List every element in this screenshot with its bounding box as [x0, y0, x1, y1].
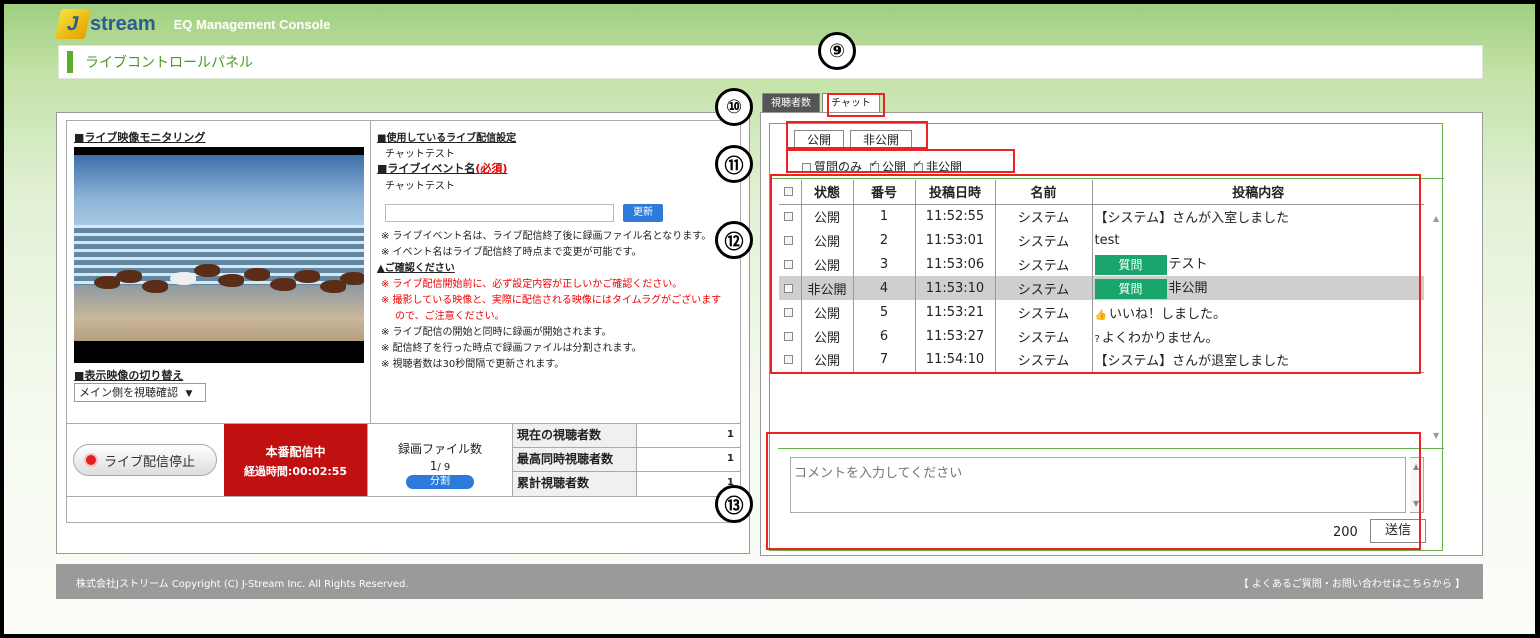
warn-2: ※ 撮影している映像と、実際に配信される映像にはタイムラグがございます	[381, 295, 722, 306]
scroll-up-icon[interactable]: ▲	[1433, 214, 1439, 223]
live-monitor-panel: ■ライブ映像モニタリング ■表示映像の切り替え メイン側を視聴確認 ▼ ■使用し…	[56, 112, 750, 554]
viewer-value: 1	[727, 429, 734, 440]
horse	[194, 264, 220, 277]
scroll-down-icon[interactable]: ▼	[1433, 431, 1439, 440]
footer: 株式会社Jストリーム Copyright (C) J-Stream Inc. A…	[56, 564, 1483, 599]
settings-value: チャットテスト	[385, 149, 455, 160]
rec-total: / 9	[437, 462, 451, 473]
monitor-column: ■ライブ映像モニタリング ■表示映像の切り替え メイン側を視聴確認 ▼	[67, 121, 371, 423]
monitor-title: ■ライブ映像モニタリング	[74, 131, 206, 144]
event-title-row: ■ライブイベント名(必須)	[377, 160, 507, 176]
on-air-label: 本番配信中	[265, 444, 326, 459]
horse	[340, 272, 364, 285]
note-2: ※ イベント名はライブ配信終了時点まで変更が可能です。	[381, 247, 642, 258]
split-button[interactable]: 分割	[406, 475, 474, 489]
monitor-inner: ■ライブ映像モニタリング ■表示映像の切り替え メイン側を視聴確認 ▼ ■使用し…	[66, 120, 741, 523]
horse	[218, 274, 244, 287]
annotation-box-tab	[827, 93, 885, 117]
annotation-box-buttons	[786, 121, 928, 149]
message-area	[67, 496, 740, 523]
required-mark: (必須)	[475, 162, 508, 175]
annotation-badge-9: ⑨	[818, 32, 856, 70]
horse	[142, 280, 168, 293]
logo: J stream EQ Management Console	[54, 4, 331, 44]
info-3: ※ 視聴者数は30秒間隔で更新されます。	[381, 359, 565, 370]
chat-scrollbar[interactable]: ▲ ▼	[1433, 214, 1443, 440]
viewer-label: 最高同時視聴者数	[513, 448, 637, 471]
chevron-down-icon: ▼	[185, 389, 193, 399]
event-title: ■ライブイベント名	[377, 162, 476, 175]
event-value: チャットテスト	[385, 181, 455, 192]
app-frame: J stream EQ Management Console ライブコントロール…	[4, 4, 1535, 634]
annotation-box-table	[770, 174, 1421, 374]
update-button[interactable]: 更新	[623, 204, 663, 222]
info-2: ※ 配信終了を行った時点で録画ファイルは分割されます。	[381, 343, 642, 354]
note-1: ※ ライブイベント名は、ライブ配信終了後に録画ファイル名となります。	[381, 231, 712, 242]
console-name: EQ Management Console	[173, 16, 331, 32]
annotation-badge-11: ⑪	[715, 145, 753, 183]
view-switch-select[interactable]: メイン側を視聴確認 ▼	[74, 383, 206, 402]
video-sky	[74, 155, 364, 225]
copyright: 株式会社Jストリーム Copyright (C) J-Stream Inc. A…	[76, 579, 409, 590]
page-title: ライブコントロールパネル	[85, 55, 253, 71]
stop-live-button[interactable]: ライブ配信停止	[73, 444, 217, 476]
logo-mark: J	[54, 9, 92, 39]
recording-files: 録画ファイル数 1/ 9 分割	[367, 424, 512, 497]
viewer-label: 累計視聴者数	[513, 472, 637, 496]
horse	[244, 268, 270, 281]
viewer-value: 1	[727, 453, 734, 464]
horse	[270, 278, 296, 291]
horse	[170, 272, 196, 285]
viewer-row-total: 累計視聴者数 1	[513, 472, 740, 496]
settings-title: ■使用しているライブ配信設定	[377, 133, 517, 144]
video-horses	[94, 262, 364, 312]
rec-count: 1/ 9	[368, 459, 512, 473]
annotation-badge-12: ⑫	[715, 221, 753, 259]
tab-viewers[interactable]: 視聴者数	[762, 93, 820, 113]
viewer-row-current: 現在の視聴者数 1	[513, 424, 740, 448]
viewer-row-peak: 最高同時視聴者数 1	[513, 448, 740, 472]
viewer-stats: 現在の視聴者数 1 最高同時視聴者数 1 累計視聴者数 1	[512, 424, 740, 497]
info-1: ※ ライブ配信の開始と同時に録画が開始されます。	[381, 327, 612, 338]
live-video-player[interactable]	[74, 147, 364, 363]
horse	[116, 270, 142, 283]
logo-brand: stream	[90, 12, 156, 35]
stop-live-label: ライブ配信停止	[104, 454, 196, 470]
title-accent	[67, 51, 73, 73]
page-title-bar: ライブコントロールパネル	[58, 45, 1483, 79]
settings-column: ■使用しているライブ配信設定 チャットテスト ■ライブイベント名(必須) チャッ…	[371, 121, 740, 423]
annotation-badge-13: ⑬	[715, 485, 753, 523]
event-name-input[interactable]	[385, 204, 614, 222]
annotation-box-filters	[786, 149, 1015, 173]
status-row: ライブ配信停止 本番配信中 経過時間:00:02:55 録画ファイル数 1/ 9…	[67, 423, 740, 497]
annotation-box-comment	[766, 432, 1421, 550]
confirm-title: ▲ご確認ください	[377, 263, 455, 274]
warn-2b: ので、ご注意ください。	[395, 311, 505, 322]
elapsed-time: 経過時間:00:02:55	[243, 464, 348, 478]
switch-title: ■表示映像の切り替え	[74, 369, 184, 382]
viewer-label: 現在の視聴者数	[513, 424, 637, 447]
rec-label: 録画ファイル数	[397, 442, 482, 456]
record-icon	[84, 453, 98, 467]
faq-link[interactable]: 【 よくあるご質問・お問い合わせはこちらから 】	[1239, 575, 1465, 590]
horse	[294, 270, 320, 283]
annotation-badge-10: ⑩	[715, 88, 753, 126]
warn-1: ※ ライブ配信開始前に、必ず設定内容が正しいかご確認ください。	[381, 279, 683, 290]
on-air-indicator: 本番配信中 経過時間:00:02:55	[224, 424, 367, 497]
view-switch-value: メイン側を視聴確認	[79, 386, 178, 399]
